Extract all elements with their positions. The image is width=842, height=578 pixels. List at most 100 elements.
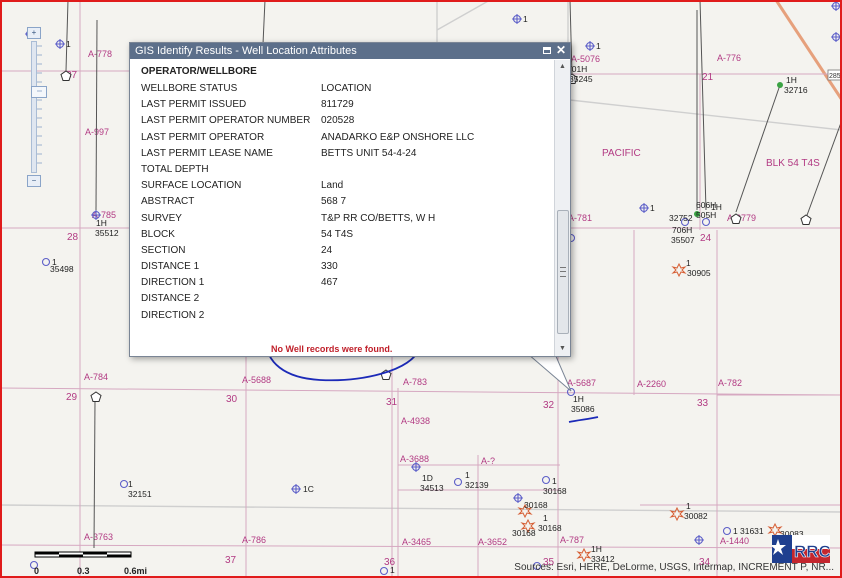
svg-text:A-784: A-784 [84,372,108,382]
grip-icon [560,267,566,277]
svg-text:A-997: A-997 [85,127,109,137]
svg-text:1H: 1H [96,218,107,228]
attribute-row: DISTANCE 2 [141,291,554,307]
svg-text:31631: 31631 [740,526,764,536]
attribute-value: 811729 [321,99,354,111]
svg-text:A-778: A-778 [88,49,112,59]
attribute-row: LAST PERMIT OPERATOR NUMBER 020528 [141,113,554,129]
identify-results-popup[interactable]: GIS Identify Results - Well Location Att… [129,42,571,357]
attribute-key: TOTAL DEPTH [141,163,209,175]
attribute-key: LAST PERMIT OPERATOR NUMBER [141,115,311,127]
maximize-button[interactable] [541,44,553,56]
svg-text:33: 33 [697,398,709,409]
svg-text:285: 285 [829,73,841,80]
attribute-value: 54 T4S [321,228,354,240]
svg-text:A-776: A-776 [717,53,741,63]
scale-bar: 0 0.3 0.6mi [34,548,147,576]
svg-text:A-5688: A-5688 [242,375,271,385]
attribute-value: BETTS UNIT 54-4-24 [321,147,417,159]
svg-text:35498: 35498 [50,264,74,274]
attribute-value: 020528 [321,115,355,127]
svg-text:28: 28 [67,232,79,243]
svg-text:21: 21 [702,72,714,83]
scroll-down-icon[interactable]: ▼ [555,342,570,356]
attribute-row: WELLBORE STATUS LOCATION [141,81,554,97]
no-records-message: No Well records were found. [271,344,393,354]
svg-text:1: 1 [686,501,691,511]
attribute-key: ABSTRACT [141,196,195,208]
close-button[interactable]: ✕ [555,44,567,56]
svg-text:32: 32 [543,400,555,411]
attribute-row: LAST PERMIT LEASE NAME BETTS UNIT 54-4-24 [141,146,554,162]
scroll-thumb[interactable] [557,210,569,334]
svg-text:A-782: A-782 [718,378,742,388]
attribute-row: TOTAL DEPTH [141,162,554,178]
svg-text:A-786: A-786 [242,535,266,545]
zoom-in-button[interactable]: + [27,27,41,39]
svg-text:1: 1 [552,476,557,486]
svg-text:30905: 30905 [687,268,711,278]
attribute-key: DIRECTION 1 [141,277,205,289]
svg-text:1: 1 [465,470,470,480]
svg-text:A-?: A-? [481,456,495,466]
svg-text:505H: 505H [696,210,716,220]
svg-text:34513: 34513 [420,483,444,493]
popup-body: OPERATOR/WELLBORE WELLBORE STATUS LOCATIO… [130,60,570,356]
svg-text:A-1440: A-1440 [720,536,749,546]
popup-scrollbar[interactable]: ▲ ▼ [554,60,570,356]
map-attribution: Sources: Esri, HERE, DeLorme, USGS, Inte… [514,562,834,573]
svg-text:29: 29 [66,392,78,403]
scroll-up-icon[interactable]: ▲ [555,60,570,74]
attribute-key: LAST PERMIT ISSUED [141,99,247,111]
maximize-icon [543,47,551,54]
svg-text:32752: 32752 [669,213,693,223]
svg-text:RRC: RRC [794,542,830,561]
svg-text:A-4938: A-4938 [401,416,430,426]
attribute-key: SECTION [141,244,186,256]
zoom-out-button[interactable]: − [27,175,41,187]
popup-title: GIS Identify Results - Well Location Att… [135,45,357,57]
svg-text:606H: 606H [696,200,716,210]
svg-text:30168: 30168 [543,486,567,496]
attribute-row: ABSTRACT 568 7 [141,194,554,210]
scale-bar-graphic [34,551,132,558]
svg-text:30168: 30168 [524,500,548,510]
attribute-key: WELLBORE STATUS [141,83,238,94]
zoom-slider[interactable]: + − [27,27,47,187]
svg-text:1H: 1H [786,75,797,85]
svg-text:30082: 30082 [684,511,708,521]
attribute-row: SURVEY T&P RR CO/BETTS, W H [141,211,554,227]
svg-text:1: 1 [523,14,528,24]
svg-text:31: 31 [386,397,398,408]
attribute-row: DIRECTION 1 467 [141,275,554,291]
svg-text:A-787: A-787 [560,535,584,545]
svg-text:1: 1 [733,526,738,536]
scale-labels: 0 0.3 0.6mi [34,566,147,578]
attribute-key: DISTANCE 2 [141,293,200,305]
svg-text:1: 1 [543,513,548,523]
attribute-key: LAST PERMIT OPERATOR [141,131,265,143]
svg-text:32139: 32139 [465,480,489,490]
popup-pointer [527,354,572,392]
svg-text:35512: 35512 [95,228,119,238]
scale-label-mid: 0.3 [77,566,90,576]
svg-text:A-3652: A-3652 [478,537,507,547]
svg-text:32151: 32151 [128,489,152,499]
highway-shield: 285 [827,69,842,81]
attribute-value: 467 [321,277,338,289]
svg-text:1: 1 [686,258,691,268]
attribute-key: SURFACE LOCATION [141,180,242,192]
svg-text:A-3688: A-3688 [400,454,429,464]
attribute-row: BLOCK 54 T4S [141,227,554,243]
attribute-row: DISTANCE 1 330 [141,259,554,275]
attribute-value: T&P RR CO/BETTS, W H [321,212,436,224]
attribute-row: LAST PERMIT ISSUED 811729 [141,97,554,113]
attribute-row: LAST PERMIT OPERATOR ANADARKO E&P ONSHORE… [141,130,554,146]
svg-text:1: 1 [128,479,133,489]
attributes-panel: OPERATOR/WELLBORE WELLBORE STATUS LOCATIO… [130,60,554,356]
attribute-value: 24 [321,244,333,256]
svg-text:1: 1 [390,565,395,575]
attribute-key: DISTANCE 1 [141,261,200,273]
attribute-row: SECTION 24 [141,243,554,259]
popup-titlebar[interactable]: GIS Identify Results - Well Location Att… [130,43,570,59]
